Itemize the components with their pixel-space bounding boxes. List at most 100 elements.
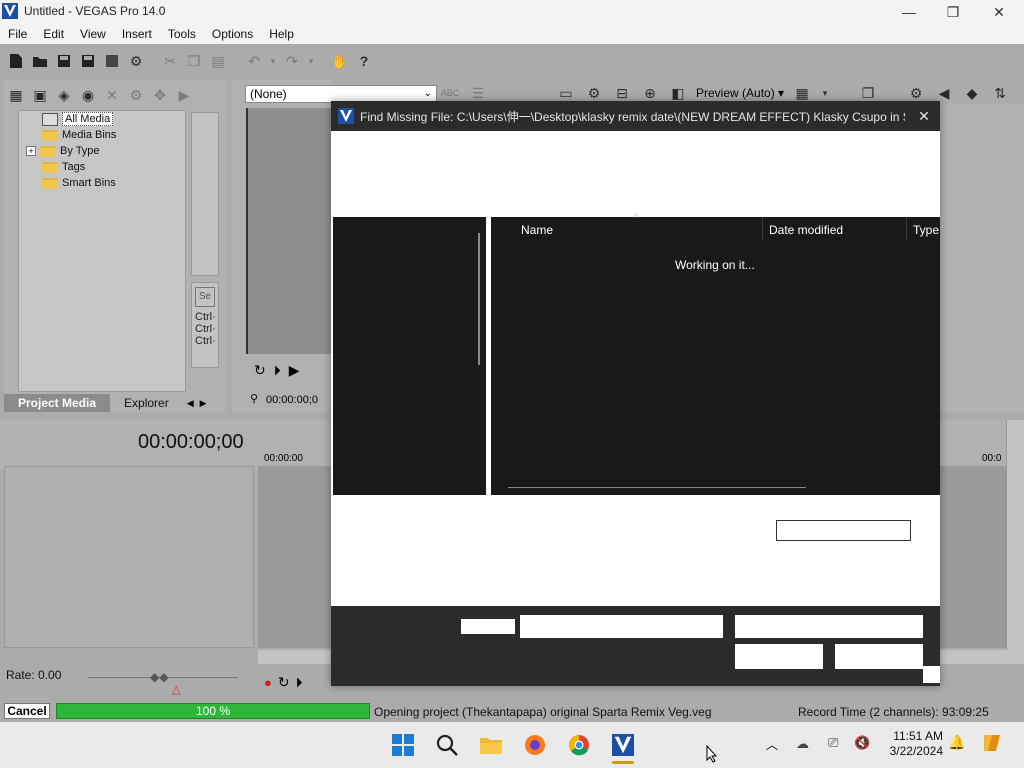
rate-slider-thumb-icon[interactable]: ◆◆ bbox=[150, 670, 168, 684]
search-icon[interactable] bbox=[432, 730, 462, 760]
navigation-pane[interactable] bbox=[333, 217, 486, 495]
column-header-name[interactable]: Name bbox=[521, 223, 553, 237]
copilot-icon[interactable] bbox=[980, 731, 1004, 758]
snapshot-icon[interactable]: ◧ bbox=[668, 83, 688, 103]
onedrive-icon[interactable]: ☁ bbox=[796, 736, 809, 752]
copy-icon[interactable]: ❐ bbox=[184, 51, 204, 71]
firefox-icon[interactable] bbox=[520, 730, 550, 760]
menu-tools[interactable]: Tools bbox=[160, 27, 204, 41]
show-hidden-icons-icon[interactable]: ︿ bbox=[766, 736, 778, 753]
file-list-horizontal-scrollbar[interactable] bbox=[508, 487, 806, 488]
preview-viewport bbox=[246, 108, 332, 354]
downmix-icon[interactable]: ◀ bbox=[934, 83, 954, 103]
save-icon[interactable] bbox=[54, 51, 74, 71]
windows-start-icon[interactable] bbox=[388, 730, 418, 760]
open-button[interactable] bbox=[735, 644, 823, 669]
undo-icon[interactable]: ↶ bbox=[244, 51, 264, 71]
file-type-filter[interactable] bbox=[735, 615, 923, 638]
redo-icon[interactable]: ↷ bbox=[282, 51, 302, 71]
tab-scroll-left-icon[interactable]: ◀ bbox=[187, 398, 194, 409]
tree-item-media-bins[interactable]: Media Bins bbox=[42, 127, 116, 143]
audio-settings-icon[interactable]: ⚙ bbox=[906, 83, 926, 103]
timeline-vertical-scrollbar[interactable] bbox=[1006, 420, 1024, 650]
cut-icon[interactable]: ✂ bbox=[160, 51, 180, 71]
close-button[interactable]: ✕ bbox=[976, 0, 1022, 24]
folder-icon bbox=[42, 129, 58, 141]
tree-item-smart-bins[interactable]: Smart Bins bbox=[42, 175, 116, 191]
selection-icon: Se bbox=[195, 287, 215, 307]
dialog-close-button[interactable]: ✕ bbox=[909, 104, 939, 128]
notification-bell-icon[interactable]: 🔔 bbox=[948, 734, 965, 751]
minimize-button[interactable]: — bbox=[886, 0, 932, 24]
tree-item-label: Tags bbox=[62, 161, 86, 173]
file-explorer-icon[interactable] bbox=[476, 730, 506, 760]
menu-file[interactable]: File bbox=[0, 27, 35, 41]
paste-icon[interactable]: ▤ bbox=[208, 51, 228, 71]
loop-playback-icon[interactable]: ↻ bbox=[278, 674, 290, 691]
play-icon[interactable]: ▶ bbox=[289, 362, 300, 379]
menu-insert[interactable]: Insert bbox=[114, 27, 160, 41]
grid-dropdown-icon[interactable]: ▾ bbox=[820, 83, 830, 103]
capture-icon[interactable]: ▣ bbox=[30, 85, 50, 105]
undo-dropdown-icon[interactable]: ▾ bbox=[268, 51, 278, 71]
expand-icon[interactable]: + bbox=[26, 146, 36, 156]
volume-muted-icon[interactable]: 🔇 bbox=[854, 735, 870, 751]
cancel-button[interactable]: Cancel bbox=[4, 703, 50, 719]
render-icon[interactable] bbox=[102, 51, 122, 71]
system-clock[interactable]: 11:51 AM 3/22/2024 bbox=[885, 729, 943, 759]
vegas-taskbar-icon[interactable] bbox=[608, 730, 638, 760]
abc-icon[interactable]: ABC bbox=[440, 83, 460, 103]
ctrl-label: Ctrl· bbox=[195, 323, 216, 335]
vegas-dialog-icon bbox=[338, 108, 354, 124]
file-name-input[interactable] bbox=[776, 520, 911, 541]
play-from-start-icon[interactable]: ⏵ bbox=[296, 674, 303, 691]
media-fx-icon[interactable]: ⚙ bbox=[126, 85, 146, 105]
resize-grip[interactable] bbox=[923, 666, 940, 683]
file-name-combo[interactable] bbox=[520, 615, 723, 638]
list-icon[interactable]: ☰ bbox=[468, 83, 488, 103]
new-icon[interactable] bbox=[6, 51, 26, 71]
window-icon[interactable]: ▭ bbox=[556, 83, 576, 103]
save-as-icon[interactable] bbox=[78, 51, 98, 71]
dialog-cancel-button[interactable] bbox=[835, 644, 923, 669]
copy-snapshot-icon[interactable]: ❐ bbox=[858, 83, 878, 103]
tab-explorer[interactable]: Explorer bbox=[110, 394, 183, 412]
chrome-icon[interactable] bbox=[564, 730, 594, 760]
split-icon[interactable]: ⊟ bbox=[612, 83, 632, 103]
column-header-type[interactable]: Type bbox=[913, 223, 939, 237]
menu-view[interactable]: View bbox=[72, 27, 114, 41]
navigation-scrollbar[interactable] bbox=[478, 233, 480, 365]
play-preview-icon[interactable]: ▶ bbox=[174, 85, 194, 105]
web-icon[interactable]: ◉ bbox=[78, 85, 98, 105]
menu-options[interactable]: Options bbox=[204, 27, 261, 41]
tree-item-all-media[interactable]: All Media bbox=[42, 111, 114, 127]
tab-scroll-right-icon[interactable]: ▶ bbox=[200, 398, 207, 409]
open-icon[interactable] bbox=[30, 51, 50, 71]
record-icon[interactable]: ● bbox=[264, 675, 272, 690]
column-header-date-modified[interactable]: Date modified bbox=[769, 223, 843, 237]
preview-quality-dropdown[interactable]: Preview (Auto) ▾ bbox=[696, 86, 784, 100]
import-media-icon[interactable]: ▦ bbox=[6, 85, 26, 105]
settings-gear-icon[interactable]: ⚙ bbox=[584, 83, 604, 103]
get-media-icon[interactable]: ◈ bbox=[54, 85, 74, 105]
help-icon[interactable]: ? bbox=[354, 51, 374, 71]
external-monitor-icon[interactable]: ⊕ bbox=[640, 83, 660, 103]
tree-item-tags[interactable]: Tags bbox=[42, 159, 85, 175]
plugin-icon[interactable]: ✋ bbox=[330, 51, 350, 71]
menu-edit[interactable]: Edit bbox=[35, 27, 72, 41]
redo-dropdown-icon[interactable]: ▾ bbox=[306, 51, 316, 71]
grid-icon[interactable]: ▦ bbox=[792, 83, 812, 103]
maximize-button[interactable]: ❐ bbox=[930, 0, 976, 24]
loop-icon[interactable]: ↻ bbox=[254, 362, 266, 379]
mixer-icon[interactable]: ⇅ bbox=[990, 83, 1010, 103]
rate-label: Rate: 0.00 bbox=[6, 668, 62, 682]
menu-help[interactable]: Help bbox=[261, 27, 302, 41]
tab-project-media[interactable]: Project Media bbox=[4, 394, 111, 412]
remove-icon[interactable]: ✕ bbox=[102, 85, 122, 105]
network-icon[interactable]: ⎚ bbox=[828, 735, 838, 751]
move-icon[interactable]: ✥ bbox=[150, 85, 170, 105]
tree-item-by-type[interactable]: + By Type bbox=[26, 143, 100, 159]
mute-icon[interactable]: ◆ bbox=[962, 83, 982, 103]
properties-gear-icon[interactable]: ⚙ bbox=[126, 51, 146, 71]
play-from-start-icon[interactable]: ⏵ bbox=[274, 362, 281, 379]
